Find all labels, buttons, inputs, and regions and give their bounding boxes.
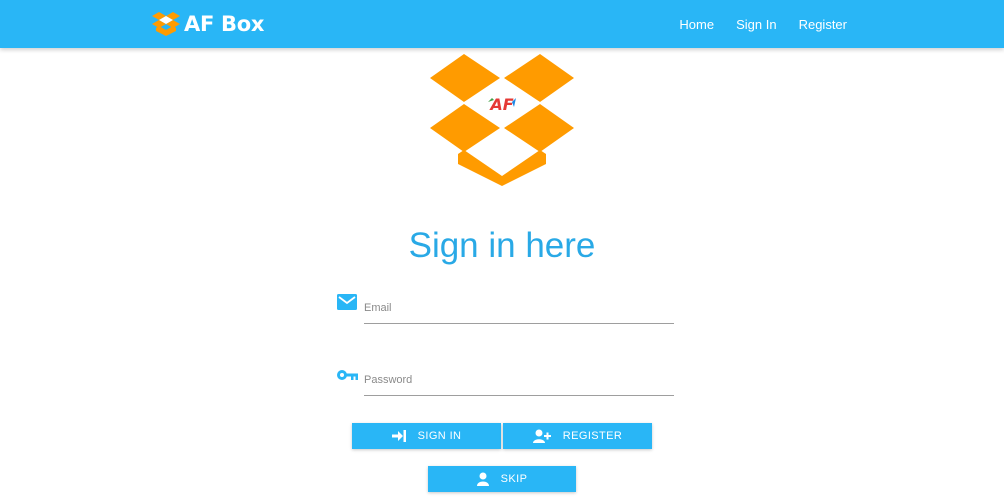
brand-name: AF Box (184, 12, 265, 36)
sign-in-button[interactable]: SIGN IN (352, 423, 501, 449)
register-button-label: REGISTER (562, 430, 623, 442)
brand-link[interactable]: AF Box (151, 9, 264, 39)
password-input[interactable] (364, 365, 674, 396)
hero-logo-text: AF (488, 95, 513, 114)
password-field-group (337, 365, 677, 409)
sign-in-button-label: SIGN IN (417, 430, 462, 442)
nav-links: Home Sign In Register (679, 0, 847, 48)
add-user-icon (532, 429, 551, 443)
email-input[interactable] (364, 293, 674, 324)
nav-link-sign-in[interactable]: Sign In (736, 17, 776, 32)
register-button[interactable]: REGISTER (503, 423, 652, 449)
mail-icon (337, 294, 357, 315)
user-icon (476, 472, 489, 486)
skip-button-label: SKIP (500, 473, 528, 485)
skip-button[interactable]: SKIP (428, 466, 576, 492)
nav-link-register[interactable]: Register (799, 17, 847, 32)
box-logo-icon (152, 12, 180, 36)
hero-box-logo: AF (430, 54, 574, 186)
nav-link-home[interactable]: Home (679, 17, 714, 32)
login-icon (391, 430, 406, 442)
page-title: Sign in here (408, 226, 596, 265)
navbar: AF Box Home Sign In Register (0, 0, 1004, 48)
key-icon (337, 368, 359, 386)
email-field-group (337, 293, 677, 337)
